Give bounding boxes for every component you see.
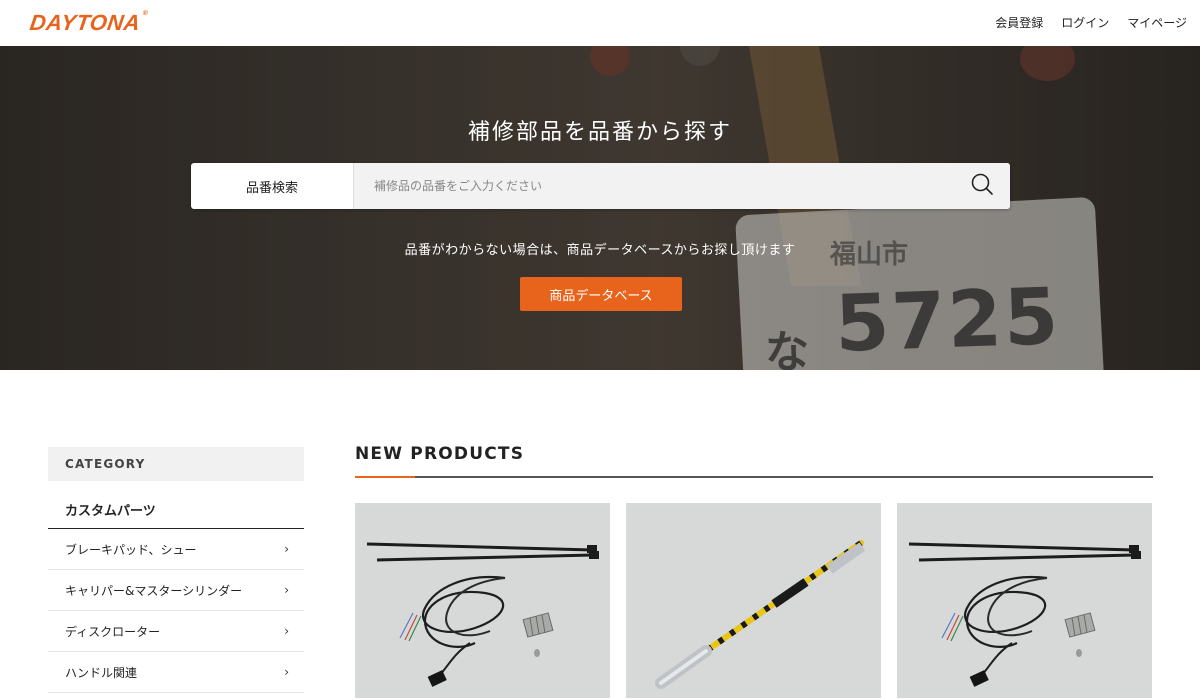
category-item-label: ディスクローター	[65, 624, 161, 639]
category-item-label: キャリパー&マスターシリンダー	[65, 583, 243, 598]
product-card[interactable]	[897, 503, 1152, 698]
category-heading: CATEGORY	[48, 447, 304, 481]
nav-mypage-link[interactable]: マイページ	[1127, 14, 1187, 31]
hero-subtitle: 品番がわからない場合は、商品データベースからお探し頂けます	[404, 243, 796, 258]
sensor-rod-image	[655, 540, 866, 689]
heading-divider	[355, 476, 1153, 478]
category-item-label: ブレーキパッド、シュー	[65, 542, 197, 557]
category-item-caliper-master[interactable]: キャリパー&マスターシリンダー ›	[48, 570, 304, 611]
hero-section: 福山市 な 5725 補修部品を品番から探す 品番検索 品番がわからない場合は、…	[0, 46, 1200, 370]
search-label: 品番検索	[191, 163, 354, 209]
product-card[interactable]	[355, 503, 610, 698]
nav-login-link[interactable]: ログイン	[1061, 14, 1109, 31]
nav-register-link[interactable]: 会員登録	[995, 14, 1043, 31]
site-header: DAYTONA® 会員登録 ログイン マイページ	[0, 0, 1200, 46]
product-card[interactable]	[626, 503, 881, 698]
hero-title: 補修部品を品番から探す	[467, 120, 732, 145]
top-nav: 会員登録 ログイン マイページ	[995, 14, 1187, 31]
product-card-list	[355, 503, 1153, 698]
new-products-section: NEW PRODUCTS	[355, 444, 1153, 698]
category-item-disc-rotor[interactable]: ディスクローター ›	[48, 611, 304, 652]
main-content: CATEGORY カスタムパーツ ブレーキパッド、シュー › キャリパー&マスタ…	[0, 370, 1200, 700]
product-database-button[interactable]: 商品データベース	[520, 277, 682, 311]
chevron-right-icon: ›	[284, 665, 289, 679]
part-number-search: 品番検索	[191, 163, 1010, 209]
wiring-harness-image	[908, 542, 1141, 687]
category-item-brake-pads[interactable]: ブレーキパッド、シュー ›	[48, 529, 304, 570]
search-field-wrapper	[354, 163, 1010, 209]
chevron-right-icon: ›	[284, 542, 289, 556]
daytona-logo[interactable]: DAYTONA®	[28, 10, 148, 36]
chevron-right-icon: ›	[284, 624, 289, 638]
category-item-label: ハンドル関連	[65, 665, 138, 680]
search-icon	[970, 172, 994, 200]
category-sidebar: CATEGORY カスタムパーツ ブレーキパッド、シュー › キャリパー&マスタ…	[48, 447, 304, 693]
new-products-heading: NEW PRODUCTS	[355, 444, 525, 464]
category-group-title: カスタムパーツ	[48, 490, 304, 529]
chevron-right-icon: ›	[284, 583, 289, 597]
category-item-handle[interactable]: ハンドル関連 ›	[48, 652, 304, 693]
search-input[interactable]	[354, 178, 954, 194]
wiring-harness-image	[366, 542, 599, 687]
search-button[interactable]	[954, 163, 1010, 209]
